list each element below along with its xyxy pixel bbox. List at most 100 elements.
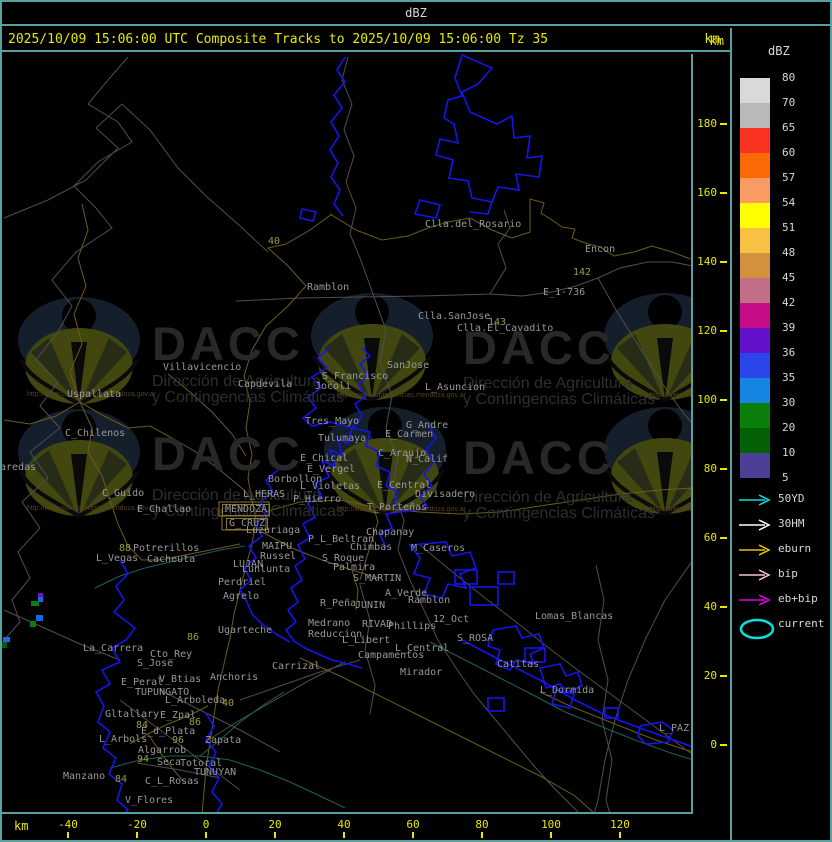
colorbar-swatch [740, 178, 770, 203]
right-axis-tick-label: 60 [703, 531, 717, 544]
right-axis-tick [720, 123, 727, 125]
bottom-axis-tick-label: 120 [610, 818, 630, 831]
dacc-watermark-text: DACC [463, 431, 615, 484]
right-axis-tick [720, 468, 727, 470]
colorbar-value-label: 70 [782, 96, 796, 109]
map-label: L_Asuncion [425, 382, 486, 393]
map-label: S_ROSA [457, 633, 494, 644]
legend-arrow-icon [738, 517, 774, 536]
map-label: V_Btias [159, 674, 202, 685]
legend-arrow-icon [738, 542, 774, 561]
legend-item-bip: bip [732, 565, 830, 585]
dacc-watermark-url: http://www.contingencias.mendoza.gov.ar [337, 392, 466, 399]
bottom-axis-tick [619, 832, 621, 838]
bottom-axis-tick [205, 832, 207, 838]
map-label: S_Jose [137, 658, 174, 669]
dacc-watermark-url: http://www.contingencias.mendoza.gov.ar [650, 506, 692, 513]
right-axis-tick-label: 80 [703, 462, 717, 475]
map-label: C_Guido [102, 488, 145, 499]
colorbar-swatch [740, 328, 770, 353]
colorbar-value-label: 57 [782, 171, 796, 184]
map-label: TUNUYAN [194, 767, 237, 778]
map-label: L_Dormida [540, 685, 595, 696]
scale-panel: dBZ 80 70 65 60 57 54 51 48 45 42 39 36 35 30 20 10 5 50… [732, 28, 830, 840]
storm-cell [30, 621, 36, 627]
legend-item-30HM: 30HM [732, 515, 830, 535]
map-label: Mirador [400, 667, 443, 678]
colorbar-swatch [740, 128, 770, 153]
bottom-axis-tick [136, 832, 138, 838]
page-title: dBZ [405, 6, 427, 20]
title-bar: dBZ [2, 2, 830, 26]
dacc-watermark-text: DACC [152, 317, 304, 370]
right-axis-tick [720, 606, 727, 608]
dacc-watermark-url: http://www.contingencias.mendoza.gov.ar [650, 392, 692, 399]
header-bar: 2025/10/09 15:06:00 UTC Composite Tracks… [2, 28, 730, 52]
colorbar-title: dBZ [768, 44, 790, 58]
map-label: aredas [2, 462, 37, 473]
right-axis-tick [720, 330, 727, 332]
map-label: Tres_Mayo [305, 416, 360, 427]
colorbar-swatch [740, 378, 770, 403]
colorbar-swatch [740, 103, 770, 128]
colorbar-value-label: 39 [782, 321, 796, 334]
map-label: Palmira [333, 562, 376, 573]
map-label: Seca [157, 757, 182, 768]
map-label: Perdriel [218, 577, 267, 588]
map-label: Divisadero [415, 489, 476, 500]
colorbar-value-label: 20 [782, 421, 796, 434]
map-label: C_Chilenos [65, 428, 126, 439]
right-axis-tick-label: 20 [703, 669, 717, 682]
right-axis-tick-label: 140 [697, 255, 717, 268]
legend-arrow-icon [738, 492, 774, 511]
map-label: E_d_Plata [141, 726, 196, 737]
colorbar-swatch [740, 428, 770, 453]
map-label: JUNIN [355, 600, 386, 611]
right-axis-tick-label: 180 [697, 117, 717, 130]
map-label: Clla.El_Cavadito [457, 323, 554, 334]
storm-cell [36, 615, 43, 621]
bottom-axis-tick-label: -20 [127, 818, 147, 831]
legend-item-label: 50YD [778, 492, 805, 505]
right-axis-tick [720, 399, 727, 401]
map-label: Medrano [308, 618, 351, 629]
legend-item-label: bip [778, 567, 798, 580]
map-label: MENDOZA [222, 504, 271, 516]
map-label: Russel [260, 551, 297, 562]
map-label: P_Hierro [293, 494, 342, 505]
radar-map: DACC Dirección de Agricultura y Continge… [2, 54, 693, 814]
map-label: Clla.del_Rosario [425, 219, 522, 230]
colorbar-value-label: 35 [782, 371, 796, 384]
map-label: L_Violetas [300, 481, 361, 492]
colorbar-value-label: 30 [782, 396, 796, 409]
colorbar-value-label: 80 [782, 71, 796, 84]
colorbar-value-label: 54 [782, 196, 796, 209]
map-label: Phillips [388, 621, 437, 632]
colorbar-swatch [740, 253, 770, 278]
map-label: Ramblon [307, 282, 350, 293]
bottom-axis: km -40 -20 0 20 40 60 80 100 120 [2, 814, 730, 840]
colorbar-swatch [740, 303, 770, 328]
timestamp-text: 2025/10/09 15:06:00 UTC Composite Tracks… [8, 32, 549, 47]
bottom-axis-tick [67, 832, 69, 838]
map-label: Gltallary [105, 709, 160, 720]
right-axis-unit: km [709, 34, 724, 48]
dacc-watermark-text: DACC [152, 427, 304, 480]
map-label: Carrizal [272, 661, 321, 672]
right-axis-tick [720, 261, 727, 263]
map-label: S_MARTIN [353, 573, 402, 584]
colorbar-value-label: 10 [782, 446, 796, 459]
map-label: Agrelo [223, 591, 260, 602]
bottom-axis-tick [343, 832, 345, 838]
colorbar-value-label: 65 [782, 121, 796, 134]
map-label: Tulumaya [318, 433, 367, 444]
map-label: C_L_Rosas [145, 776, 200, 787]
bottom-axis-tick-label: 0 [202, 818, 210, 831]
colorbar-value-label: 48 [782, 246, 796, 259]
road-number-label: 40 [222, 698, 235, 709]
colorbar-swatch [740, 78, 770, 103]
map-label: SanJose [387, 360, 430, 371]
legend-item-50YD: 50YD [732, 490, 830, 510]
legend-arrow-icon [738, 567, 774, 586]
map-label: L_HERAS [243, 489, 286, 500]
